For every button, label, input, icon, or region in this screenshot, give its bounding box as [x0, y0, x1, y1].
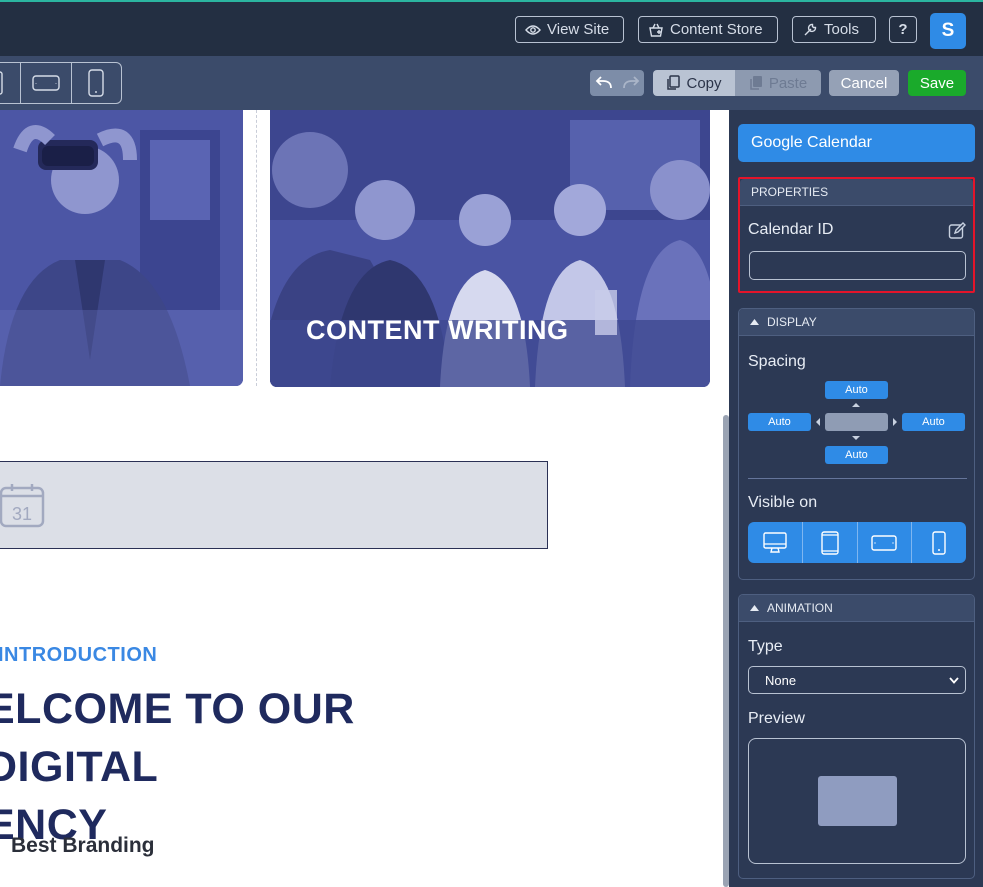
collapse-caret-icon: [750, 319, 759, 325]
eye-icon: [525, 24, 541, 35]
phone-icon: [932, 530, 946, 555]
device-tablet-landscape-button[interactable]: [21, 63, 72, 103]
spacing-top-input[interactable]: Auto: [825, 381, 888, 399]
properties-panel: PROPERTIES Calendar ID: [738, 177, 975, 293]
copy-button[interactable]: Copy: [653, 70, 735, 96]
collapse-caret-icon: [750, 605, 759, 611]
arrow-down-icon: [852, 436, 860, 440]
vr-photo-card[interactable]: [0, 110, 243, 386]
device-phone-button[interactable]: [72, 63, 121, 103]
animation-header-label: ANIMATION: [767, 601, 833, 615]
device-tablet-portrait-button[interactable]: [0, 63, 22, 103]
tablet-landscape-icon: [32, 75, 60, 91]
visible-phone-toggle[interactable]: [912, 522, 966, 563]
spacing-right-input[interactable]: Auto: [902, 413, 965, 431]
column-separator: [256, 110, 257, 386]
content-store-label: Content Store: [670, 21, 763, 38]
animation-panel: ANIMATION Type None Preview: [738, 594, 975, 879]
calendar-id-input[interactable]: [749, 251, 966, 280]
properties-header-label: PROPERTIES: [751, 185, 829, 199]
intro-label: INTRODUCTION: [0, 644, 158, 666]
tablet-icon: [820, 530, 839, 555]
visible-tablet-landscape-toggle[interactable]: [858, 522, 913, 563]
content-writing-card[interactable]: CONTENT WRITING: [270, 110, 710, 387]
spacing-preview-box: [825, 413, 888, 431]
paste-icon: [750, 76, 762, 90]
help-label: ?: [898, 21, 908, 38]
copy-label: Copy: [686, 74, 722, 92]
view-site-button[interactable]: View Site: [515, 16, 624, 43]
view-site-label: View Site: [547, 21, 610, 38]
animation-header[interactable]: ANIMATION: [739, 595, 974, 622]
calendar-id-label: Calendar ID: [748, 221, 834, 238]
page-canvas: CONTENT WRITING 31 INTRODUCTION ELCOME T…: [0, 110, 725, 887]
wrench-icon: [804, 23, 817, 35]
calendar-day-number: 31: [12, 504, 32, 524]
undo-redo-group: [590, 70, 644, 96]
visible-on-label: Visible on: [748, 494, 818, 511]
paste-button[interactable]: Paste: [735, 70, 821, 96]
animation-type-select[interactable]: None: [748, 666, 966, 694]
type-label: Type: [748, 638, 783, 655]
preview-label: Preview: [748, 710, 805, 727]
top-bar: View Site Content Store Tools ? S: [0, 0, 983, 56]
undo-icon[interactable]: [595, 76, 613, 90]
arrow-right-icon: [893, 418, 897, 426]
help-button[interactable]: ?: [889, 16, 917, 43]
tools-button[interactable]: Tools: [792, 16, 876, 43]
user-avatar[interactable]: S: [930, 13, 966, 49]
save-label: Save: [919, 74, 955, 92]
display-header-label: DISPLAY: [767, 315, 817, 329]
display-panel: DISPLAY Spacing Auto Auto Auto Auto Visi…: [738, 308, 975, 580]
copy-paste-group: Copy Paste: [653, 70, 821, 96]
properties-header: PROPERTIES: [740, 179, 973, 206]
spacing-label: Spacing: [748, 353, 806, 370]
phone-icon: [88, 69, 105, 97]
store-basket-icon: [649, 23, 663, 37]
visible-on-toggle-group: [748, 522, 966, 563]
chevron-down-icon: [949, 677, 959, 684]
branding-label: Best Branding: [11, 834, 155, 857]
desktop-icon: [763, 531, 787, 553]
avatar-initial: S: [941, 20, 955, 41]
animation-type-value: None: [765, 672, 797, 688]
spacing-bottom-input[interactable]: Auto: [825, 446, 888, 464]
properties-sidebar: Google Calendar PROPERTIES Calendar ID D…: [729, 110, 983, 887]
vr-person-image: [0, 110, 243, 386]
calendar-icon: 31: [0, 484, 45, 528]
widget-name-button[interactable]: Google Calendar: [738, 124, 975, 162]
animation-preview-element: [818, 776, 897, 826]
visible-tablet-toggle[interactable]: [803, 522, 858, 563]
copy-icon: [667, 75, 681, 90]
cancel-label: Cancel: [840, 74, 888, 92]
edit-icon[interactable]: [948, 222, 966, 240]
save-button[interactable]: Save: [908, 70, 966, 96]
display-header[interactable]: DISPLAY: [739, 309, 974, 336]
arrow-left-icon: [816, 418, 820, 426]
content-store-button[interactable]: Content Store: [638, 16, 778, 43]
widget-name-label: Google Calendar: [751, 134, 872, 151]
tablet-icon: [0, 71, 3, 95]
google-calendar-widget[interactable]: 31: [0, 461, 548, 549]
cancel-button[interactable]: Cancel: [829, 70, 899, 96]
welcome-heading: ELCOME TO OUR DIGITAL ENCY: [0, 680, 506, 854]
tools-label: Tools: [824, 21, 860, 38]
visible-desktop-toggle[interactable]: [748, 522, 803, 563]
tablet-landscape-icon: [871, 534, 898, 551]
redo-icon[interactable]: [622, 76, 640, 90]
spacing-left-input[interactable]: Auto: [748, 413, 811, 431]
device-preview-switcher: [0, 62, 122, 104]
card-title: CONTENT WRITING: [306, 315, 569, 345]
divider: [748, 478, 967, 479]
animation-preview-box: [748, 738, 966, 864]
paste-label: Paste: [768, 74, 808, 92]
welcome-line-1: ELCOME TO OUR DIGITAL: [0, 685, 355, 791]
arrow-up-icon: [852, 403, 860, 407]
